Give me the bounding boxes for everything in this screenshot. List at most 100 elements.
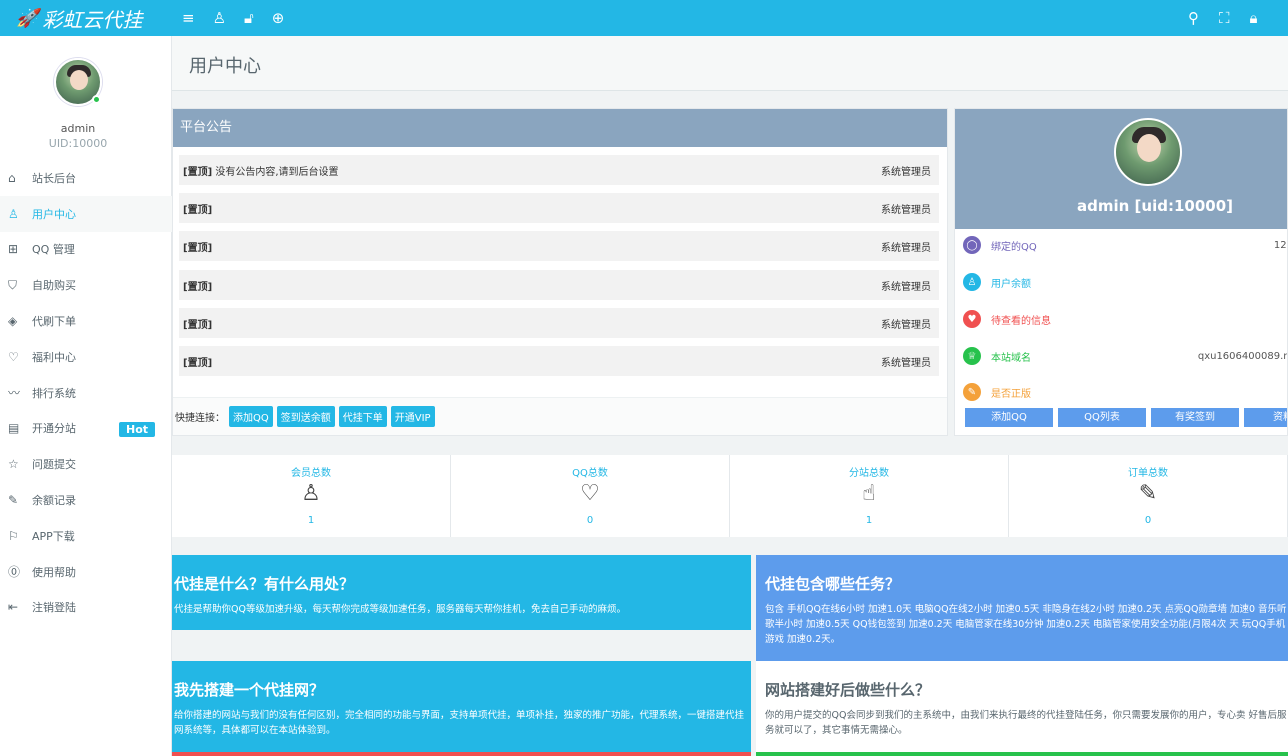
profile-row-domain[interactable]: ♕ 本站域名 qxu1606400089.m	[963, 346, 1287, 366]
user-icon: ♙	[8, 206, 19, 221]
quick-links: 快捷连接： 添加QQ 签到送余额 代挂下单 开通VIP	[173, 397, 947, 435]
notice-panel: 平台公告 [置顶] 没有公告内容,请到后台设置 系统管理员 [置顶] 系统管理员 …	[172, 108, 948, 436]
stats-bar: 会员总数 ♙ 1 QQ总数 ♡ 0 分站总数 ☝ 1 订单总数 ✎ 0	[172, 455, 1288, 537]
sidebar-item-logout[interactable]: ⇤ 注销登陆	[0, 590, 172, 626]
quick-order-button[interactable]: 代挂下单	[338, 406, 387, 427]
user-icon[interactable]: ♙	[213, 9, 226, 27]
rocket-icon: ⚐	[8, 528, 19, 543]
sidebar-item-qq-manage[interactable]: ⊞ QQ 管理	[0, 232, 172, 268]
stat-substations: 分站总数 ☝ 1	[730, 455, 1009, 537]
sidebar-item-welfare[interactable]: ♡ 福利中心	[0, 339, 172, 375]
profile-panel: admin [uid:10000] ◯绑定的QQ125 ♙用户余额 ♥待查看的信…	[954, 108, 1288, 436]
avatar[interactable]	[54, 58, 102, 106]
lock-icon[interactable]: 🔒︎	[1250, 9, 1258, 27]
sidebar-username: admin	[60, 122, 96, 135]
info-title: 我先搭建一个代挂网？	[174, 681, 325, 699]
stat-members: 会员总数 ♙ 1	[172, 455, 451, 537]
edit-profile-button[interactable]: 资料修	[1244, 408, 1287, 427]
sidebar-item-help[interactable]: ⓪ 使用帮助	[0, 554, 172, 590]
fullscreen-icon[interactable]: ⛶	[1219, 9, 1230, 27]
sidebar-item-app-download[interactable]: ⚐ APP下载	[0, 518, 172, 554]
signin-reward-button[interactable]: 有奖签到	[1151, 408, 1239, 427]
info-tasks: 代挂包含哪些任务？ 包含 手机QQ在线6小时 加速1.0天 电脑QQ在线2小时 …	[756, 555, 1288, 661]
trophy-icon: ♕	[963, 347, 981, 365]
menu-icon[interactable]: ≡	[182, 9, 195, 27]
notice-row[interactable]: [置顶] 系统管理员	[179, 193, 939, 223]
rocket-icon: 🚀	[16, 7, 39, 29]
profile-row-qq[interactable]: ◯绑定的QQ125	[963, 235, 1287, 255]
hot-badge: Hot	[119, 421, 156, 437]
profile-header: admin [uid:10000]	[955, 109, 1287, 229]
info-what-is: 代挂是什么？有什么用处？ 代挂是帮助你QQ等级加速升级，每天帮你完成等级加速任务…	[172, 555, 751, 630]
info-title: 网站搭建好后做些什么？	[765, 681, 931, 699]
brand-name: 彩虹云代挂	[42, 7, 143, 32]
sidebar-item-balance-log[interactable]: ✎ 余额记录	[0, 482, 172, 518]
info-text: 包含 手机QQ在线6小时 加速1.0天 电脑QQ在线2小时 加速0.5天 非隐身…	[765, 604, 1287, 645]
heart-icon: ♡	[580, 481, 600, 506]
notice-author: 系统管理员	[881, 319, 931, 331]
help-icon: ⓪	[8, 565, 21, 580]
qq-icon: ◯	[963, 236, 981, 254]
quick-links-label: 快捷连接：	[175, 413, 225, 424]
notice-author: 系统管理员	[881, 357, 931, 369]
sidebar-uid: UID:10000	[48, 137, 108, 150]
page-title: 用户中心	[189, 56, 261, 77]
bag-icon: ⛉	[8, 277, 18, 292]
notice-row[interactable]: [置顶] 系统管理员	[179, 270, 939, 300]
server-icon: ▤	[8, 421, 20, 436]
notice-row[interactable]: [置顶] 系统管理员	[179, 308, 939, 338]
lock-icon[interactable]: 🔓︎	[244, 9, 254, 27]
layers-icon: ◈	[8, 314, 18, 329]
heart-icon: ♥	[963, 310, 981, 328]
info-build-site: 我先搭建一个代挂网？ 给你搭建的网站与我们的没有任何区别，完全相同的功能与界面，…	[172, 661, 751, 756]
quick-vip-button[interactable]: 开通VIP	[390, 406, 435, 427]
profile-row-balance[interactable]: ♙ 用户余额	[963, 272, 1287, 292]
sidebar-item-admin[interactable]: ⌂ 站长后台	[0, 160, 172, 196]
info-text: 给你搭建的网站与我们的没有任何区别，完全相同的功能与界面，支持单项代挂，单项补挂…	[174, 710, 745, 736]
edit-icon: ✎	[1138, 481, 1158, 506]
grid-icon: ⊞	[8, 242, 19, 257]
info-title: 代挂是什么？有什么用处？	[174, 575, 355, 593]
sidebar-item-order[interactable]: ◈ 代刷下单	[0, 303, 172, 339]
info-text: 代挂是帮助你QQ等级加速升级，每天帮你完成等级加速任务，服务器每天帮你挂机，免去…	[174, 604, 626, 615]
sidebar-item-self-buy[interactable]: ⛉ 自助购买	[0, 267, 172, 303]
heart-icon: ♡	[8, 349, 19, 364]
sidebar-item-substation[interactable]: ▤ 开通分站 Hot	[0, 411, 172, 447]
sidebar-item-feedback[interactable]: ☆ 问题提交	[0, 446, 172, 482]
qq-list-button[interactable]: QQ列表	[1058, 408, 1146, 427]
notice-author: 系统管理员	[881, 204, 931, 216]
sidebar-nav: ⌂ 站长后台 ♙ 用户中心 ⊞ QQ 管理 ⛉ 自助购买 ◈ 代刷下单 ♡ 福利中心 〰排行…	[0, 160, 172, 625]
sidebar-item-user-center[interactable]: ♙ 用户中心	[0, 195, 172, 232]
profile-row-genuine[interactable]: ✎ 是否正版	[963, 382, 1287, 402]
edit-icon: ✎	[963, 383, 981, 401]
notice-author: 系统管理员	[881, 166, 931, 178]
add-qq-button[interactable]: 添加QQ	[965, 408, 1053, 427]
stat-qq: QQ总数 ♡ 0	[451, 455, 730, 537]
notice-row[interactable]: [置顶] 系统管理员	[179, 346, 939, 376]
sidebar-item-ranking[interactable]: 〰排行系统	[0, 375, 172, 411]
quick-add-qq-button[interactable]: 添加QQ	[229, 406, 273, 427]
info-title: 代挂包含哪些任务？	[765, 575, 901, 593]
notice-title: 平台公告	[173, 109, 947, 147]
profile-row-messages[interactable]: ♥ 待查看的信息	[963, 309, 1287, 329]
home-icon: ⌂	[8, 170, 16, 185]
wallet-icon: ♙	[963, 273, 981, 291]
notice-row[interactable]: [置顶] 没有公告内容,请到后台设置 系统管理员	[179, 155, 939, 185]
plus-circle-icon[interactable]: ⊕	[272, 9, 285, 27]
sidebar: admin UID:10000 ⌂ 站长后台 ♙ 用户中心 ⊞ QQ 管理 ⛉ 自助购买…	[0, 36, 172, 756]
edit-icon: ✎	[8, 493, 19, 508]
search-icon[interactable]: ⚲	[1188, 9, 1199, 27]
brand-logo[interactable]: 🚀 彩虹云代挂	[0, 0, 172, 36]
thumbs-up-icon: ☝	[862, 481, 876, 506]
info-text: 你的用户提交的QQ会同步到我们的主系统中，由我们来执行最终的代挂登陆任务，你只需…	[765, 710, 1287, 736]
trend-icon: 〰	[8, 386, 21, 401]
notice-author: 系统管理员	[881, 281, 931, 293]
quick-signin-button[interactable]: 签到送余额	[276, 406, 335, 427]
page-header: 用户中心	[172, 36, 1288, 91]
top-navbar: 🚀 彩虹云代挂 ≡ ♙ 🔓︎ ⊕ ⚲ ⛶ 🔒︎	[0, 0, 1288, 36]
avatar[interactable]	[1114, 118, 1182, 186]
notice-row[interactable]: [置顶] 系统管理员	[179, 231, 939, 261]
user-icon: ♙	[301, 481, 321, 506]
profile-name: admin [uid:10000]	[1077, 197, 1233, 215]
notice-author: 系统管理员	[881, 242, 931, 254]
